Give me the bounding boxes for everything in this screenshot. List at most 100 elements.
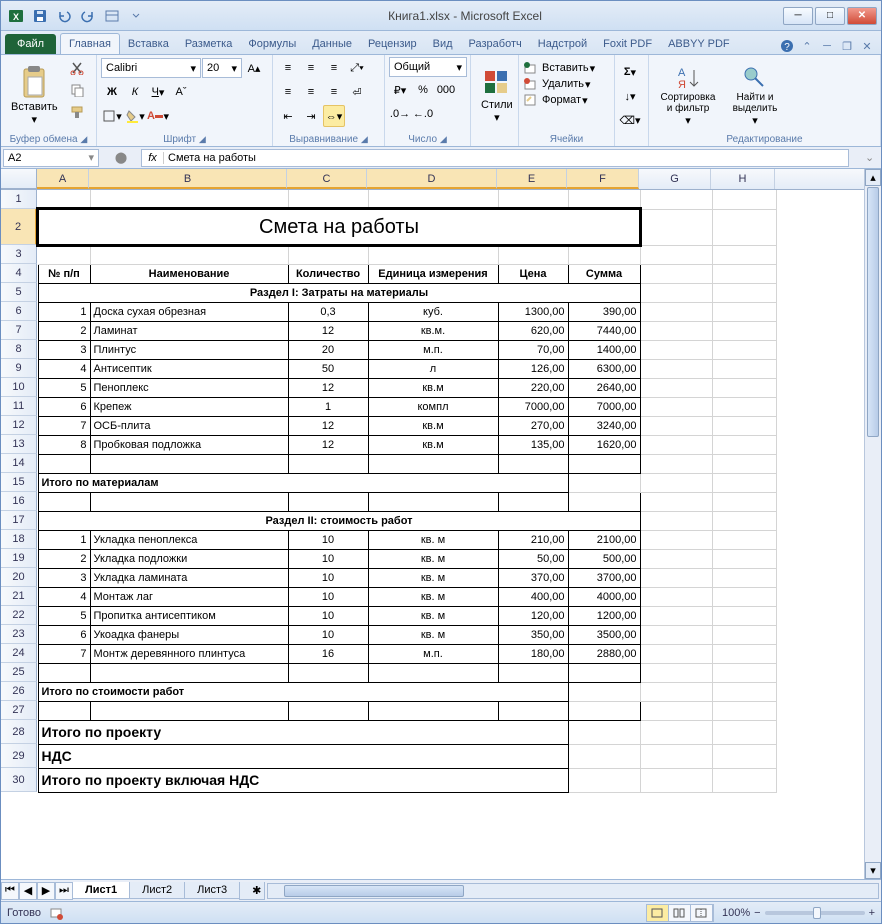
tab-prev-button[interactable]: ◀ (19, 882, 37, 900)
find-select-button[interactable]: Найти и выделить▾ (725, 57, 785, 133)
row-header-27[interactable]: 27 (1, 701, 37, 720)
sheet-tab-3[interactable]: Лист3 (184, 882, 240, 899)
wrap-text-button[interactable]: ⏎ (346, 81, 368, 103)
tab-last-button[interactable]: ⏭ (55, 882, 73, 900)
pagelayout-view-button[interactable] (669, 905, 691, 921)
row-header-4[interactable]: 4 (1, 264, 37, 283)
minimize-button[interactable]: ─ (783, 7, 813, 25)
sheet-tab-1[interactable]: Лист1 (72, 882, 130, 899)
undo-button[interactable] (53, 5, 75, 27)
comma-button[interactable]: 000 (435, 79, 457, 101)
insert-cells-button[interactable]: Вставить▾ (523, 61, 610, 75)
row-header-12[interactable]: 12 (1, 416, 37, 435)
zoom-in-button[interactable]: + (869, 907, 875, 919)
fx-button[interactable]: fx (142, 152, 164, 164)
tab-home[interactable]: Главная (60, 33, 120, 54)
hscroll-thumb[interactable] (284, 885, 464, 897)
format-painter-button[interactable] (66, 101, 88, 123)
redo-button[interactable] (77, 5, 99, 27)
qat-more-button[interactable] (125, 5, 147, 27)
row-header-25[interactable]: 25 (1, 663, 37, 682)
tab-view[interactable]: Вид (425, 34, 461, 54)
row-header-26[interactable]: 26 (1, 682, 37, 701)
percent-button[interactable]: % (412, 79, 434, 101)
col-header-B[interactable]: B (89, 169, 287, 189)
styles-button[interactable]: Стили▾ (475, 57, 519, 133)
increase-decimal-button[interactable]: .0→ (389, 103, 411, 125)
maximize-button[interactable]: □ (815, 7, 845, 25)
row-header-28[interactable]: 28 (1, 720, 37, 744)
row-header-15[interactable]: 15 (1, 473, 37, 492)
tab-formulas[interactable]: Формулы (240, 34, 304, 54)
align-top-button[interactable]: ≡ (277, 57, 299, 79)
row-header-21[interactable]: 21 (1, 587, 37, 606)
row-header-22[interactable]: 22 (1, 606, 37, 625)
align-right-button[interactable]: ≡ (323, 81, 345, 103)
tab-layout[interactable]: Разметка (177, 34, 241, 54)
col-header-D[interactable]: D (367, 169, 497, 189)
row-header-18[interactable]: 18 (1, 530, 37, 549)
row-header-1[interactable]: 1 (1, 190, 37, 209)
row-header-30[interactable]: 30 (1, 768, 37, 792)
excel-icon[interactable]: X (5, 5, 27, 27)
scroll-up-button[interactable]: ▴ (865, 169, 881, 186)
format-cells-button[interactable]: Формат▾ (523, 93, 610, 107)
grow-font-button[interactable]: A▴ (243, 57, 265, 79)
align-bottom-button[interactable]: ≡ (323, 57, 345, 79)
tab-data[interactable]: Данные (304, 34, 360, 54)
align-left-button[interactable]: ≡ (277, 81, 299, 103)
merge-button[interactable]: ⇔▾ (323, 105, 345, 127)
font-size-combo[interactable]: 20▾ (202, 58, 242, 78)
mdi-restore-button[interactable]: ❐ (839, 38, 855, 54)
align-center-button[interactable]: ≡ (300, 81, 322, 103)
sort-filter-button[interactable]: АЯ Сортировка и фильтр▾ (653, 57, 723, 133)
row-header-3[interactable]: 3 (1, 245, 37, 264)
row-header-29[interactable]: 29 (1, 744, 37, 768)
bold-button[interactable]: Ж (101, 81, 123, 103)
col-header-E[interactable]: E (497, 169, 567, 189)
row-header-5[interactable]: 5 (1, 283, 37, 302)
copy-button[interactable] (66, 79, 88, 101)
tab-foxit[interactable]: Foxit PDF (595, 34, 660, 54)
file-tab[interactable]: Файл (5, 34, 56, 54)
zoom-out-button[interactable]: − (754, 907, 760, 919)
font-name-combo[interactable]: Calibri▾ (101, 58, 201, 78)
italic-button[interactable]: К (124, 81, 146, 103)
row-header-6[interactable]: 6 (1, 302, 37, 321)
expand-formula-button[interactable]: ⌄ (865, 151, 881, 164)
tab-first-button[interactable]: ⏮ (1, 882, 19, 900)
worksheet-grid[interactable]: Смета на работы№ п/пНаименованиеКоличест… (37, 190, 777, 793)
name-box[interactable]: A2▾ (3, 149, 99, 167)
row-header-13[interactable]: 13 (1, 435, 37, 454)
col-header-H[interactable]: H (711, 169, 775, 189)
font-color-button[interactable]: A▾ (147, 105, 169, 127)
fill-color-button[interactable]: ▾ (124, 105, 146, 127)
underline-button[interactable]: Ч▾ (147, 81, 169, 103)
tab-abbyy[interactable]: ABBYY PDF (660, 34, 738, 54)
macro-record-icon[interactable] (49, 906, 63, 920)
vscroll-thumb[interactable] (867, 187, 879, 437)
select-all-corner[interactable] (1, 169, 37, 189)
row-header-16[interactable]: 16 (1, 492, 37, 511)
increase-indent-button[interactable]: ⇥ (300, 105, 322, 127)
fill-button[interactable]: ↓▾ (619, 85, 641, 107)
mdi-close-button[interactable]: ✕ (859, 38, 875, 54)
col-header-A[interactable]: A (37, 169, 89, 189)
number-format-combo[interactable]: Общий▾ (389, 57, 467, 77)
new-sheet-button[interactable]: ✱ (239, 882, 265, 900)
tab-insert[interactable]: Вставка (120, 34, 177, 54)
zoom-slider[interactable] (765, 911, 865, 915)
qat-form-button[interactable] (101, 5, 123, 27)
scroll-down-button[interactable]: ▾ (865, 862, 881, 879)
decrease-decimal-button[interactable]: ←.0 (412, 103, 434, 125)
align-launcher[interactable]: ◢ (361, 134, 368, 144)
font-launcher[interactable]: ◢ (199, 134, 206, 144)
sheet-tab-2[interactable]: Лист2 (129, 882, 185, 899)
vertical-scrollbar[interactable]: ▴ ▾ (864, 169, 881, 879)
horizontal-scrollbar[interactable] (267, 883, 879, 899)
currency-button[interactable]: ₽▾ (389, 79, 411, 101)
clear-button[interactable]: ⌫▾ (619, 109, 641, 131)
zoom-level[interactable]: 100% (722, 907, 750, 919)
paste-button[interactable]: Вставить ▾ (5, 57, 64, 133)
borders-button[interactable]: ▾ (101, 105, 123, 127)
